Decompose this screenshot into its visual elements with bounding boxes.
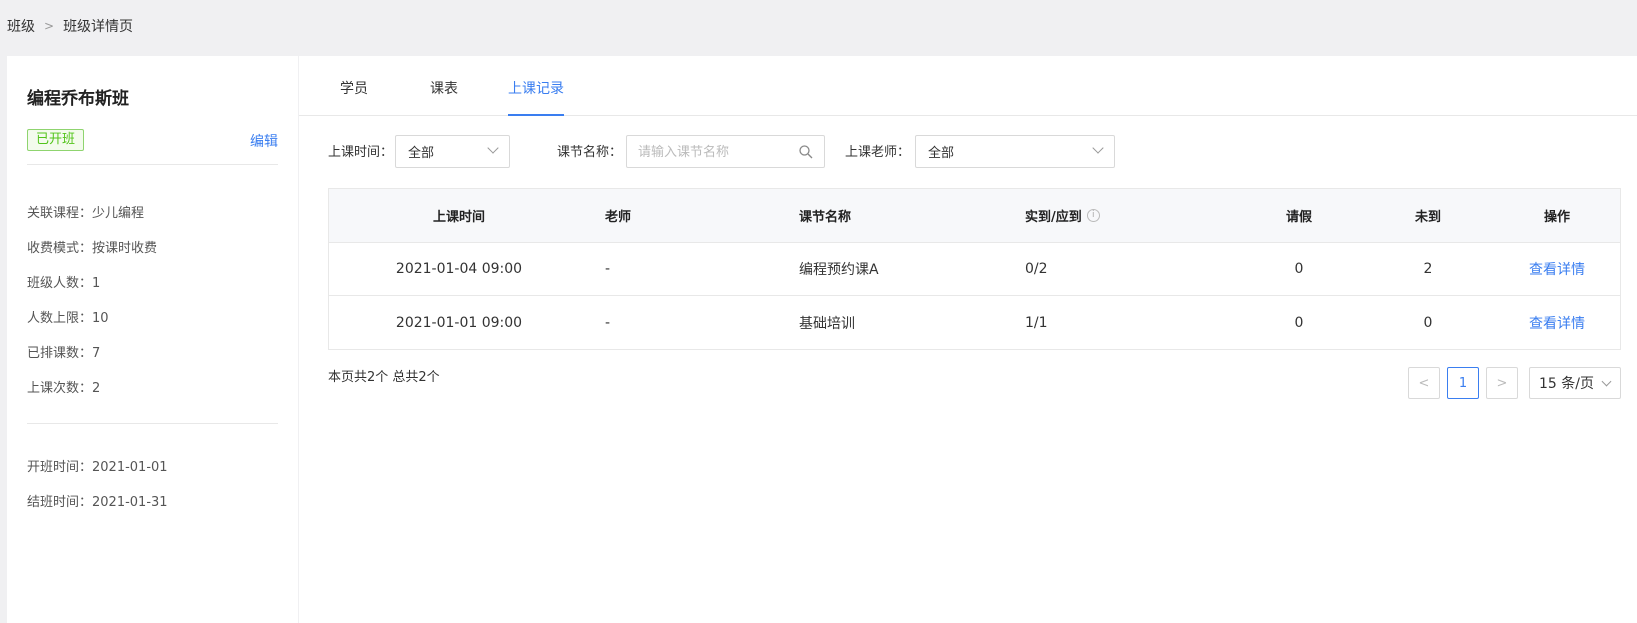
time-filter-label: 上课时间： — [328, 145, 394, 160]
detail-lesson-count: 上课次数：2 — [27, 381, 101, 396]
tab-students[interactable]: 学员 — [340, 78, 368, 116]
search-icon[interactable] — [798, 144, 814, 160]
cell-time: 2021-01-04 09:00 — [395, 261, 523, 277]
records-panel: 学员 课表 上课记录 上课时间： 全部 课节名称： 上课老师： 全部 上课时间 … — [299, 56, 1637, 623]
lesson-search-input[interactable] — [638, 142, 788, 162]
teacher-filter-label: 上课老师： — [845, 145, 911, 160]
teacher-filter-select[interactable]: 全部 — [915, 135, 1115, 168]
view-details-link[interactable]: 查看详情 — [1507, 243, 1607, 295]
cell-attendance: 0/2 — [1025, 261, 1048, 277]
tab-bar: 学员 课表 上课记录 — [299, 56, 1637, 116]
header-absent: 未到 — [1414, 210, 1441, 225]
cell-leave: 0 — [1294, 261, 1304, 277]
page-1-button[interactable]: 1 — [1447, 367, 1479, 399]
info-icon[interactable]: i — [1086, 209, 1100, 222]
teacher-filter-value: 全部 — [928, 146, 955, 161]
class-details-list: 关联课程：少儿编程 收费模式：按课时收费 班级人数：1 人数上限：10 已排课数… — [27, 204, 157, 414]
time-filter-select[interactable]: 全部 — [395, 135, 510, 168]
chevron-left-icon: < — [1418, 375, 1430, 391]
cell-leave: 0 — [1294, 314, 1304, 331]
page-summary: 本页共2个 总共2个 — [328, 370, 440, 385]
chevron-down-icon — [1092, 142, 1104, 154]
tab-schedule[interactable]: 课表 — [430, 78, 458, 116]
header-action: 操作 — [1543, 210, 1570, 225]
table-header: 上课时间 老师 课节名称 实到/应到 i 请假 未到 操作 — [329, 189, 1620, 243]
start-date: 开班时间：2021-01-01 — [27, 460, 168, 475]
detail-max-students: 人数上限：10 — [27, 311, 109, 326]
breadcrumb-item-current: 班级详情页 — [63, 19, 134, 35]
edit-link[interactable]: 编辑 — [250, 131, 278, 151]
table-row: 2021-01-04 09:00 - 编程预约课A 0/2 0 2 查看详情 — [329, 243, 1620, 296]
header-teacher: 老师 — [605, 210, 632, 225]
cell-teacher: - — [605, 261, 611, 277]
cell-absent: 0 — [1423, 314, 1433, 331]
page-size-value: 15 条/页 — [1539, 376, 1594, 392]
header-attendance-label: 实到/应到 — [1025, 210, 1082, 225]
next-page-button[interactable]: > — [1486, 367, 1518, 399]
view-details-link[interactable]: 查看详情 — [1507, 296, 1607, 349]
tab-attendance-records[interactable]: 上课记录 — [508, 78, 564, 116]
attendance-table: 上课时间 老师 课节名称 实到/应到 i 请假 未到 操作 2021-01-04… — [328, 188, 1621, 350]
end-date: 结班时间：2021-01-31 — [27, 495, 168, 510]
prev-page-button[interactable]: < — [1408, 367, 1440, 399]
cell-absent: 2 — [1423, 261, 1433, 277]
header-time: 上课时间 — [432, 210, 485, 225]
class-dates: 开班时间：2021-01-01 结班时间：2021-01-31 — [27, 458, 168, 528]
table-row: 2021-01-01 09:00 - 基础培训 1/1 0 0 查看详情 — [329, 296, 1620, 349]
time-filter-value: 全部 — [408, 146, 435, 161]
chevron-down-icon — [487, 142, 499, 154]
cell-teacher: - — [605, 314, 611, 331]
divider — [27, 423, 278, 424]
status-badge: 已开班 — [27, 129, 85, 151]
class-title: 编程乔布斯班 — [27, 89, 129, 109]
header-leave: 请假 — [1285, 210, 1312, 225]
detail-fee-mode: 收费模式：按课时收费 — [27, 241, 158, 256]
page-size-select[interactable]: 15 条/页 — [1529, 367, 1621, 399]
cell-lesson: 基础培训 — [799, 315, 855, 332]
breadcrumb-separator-icon: > — [44, 19, 55, 33]
chevron-down-icon — [1601, 376, 1612, 387]
divider — [27, 164, 278, 165]
breadcrumb-item-class[interactable]: 班级 — [7, 16, 35, 36]
detail-student-count: 班级人数：1 — [27, 276, 101, 291]
header-attendance: 实到/应到 i — [1025, 189, 1100, 242]
class-info-panel: 编程乔布斯班 已开班 编辑 关联课程：少儿编程 收费模式：按课时收费 班级人数：… — [7, 56, 298, 623]
lesson-search-box — [626, 135, 825, 168]
detail-course: 关联课程：少儿编程 — [27, 206, 145, 221]
cell-attendance: 1/1 — [1025, 314, 1048, 331]
header-lesson: 课节名称 — [799, 210, 852, 225]
cell-time: 2021-01-01 09:00 — [395, 314, 523, 331]
detail-scheduled-lessons: 已排课数：7 — [27, 346, 101, 361]
chevron-right-icon: > — [1496, 375, 1508, 391]
lesson-filter-label: 课节名称： — [557, 145, 623, 160]
cell-lesson: 编程预约课A — [799, 262, 879, 278]
breadcrumb: 班级 > 班级详情页 — [7, 16, 133, 36]
